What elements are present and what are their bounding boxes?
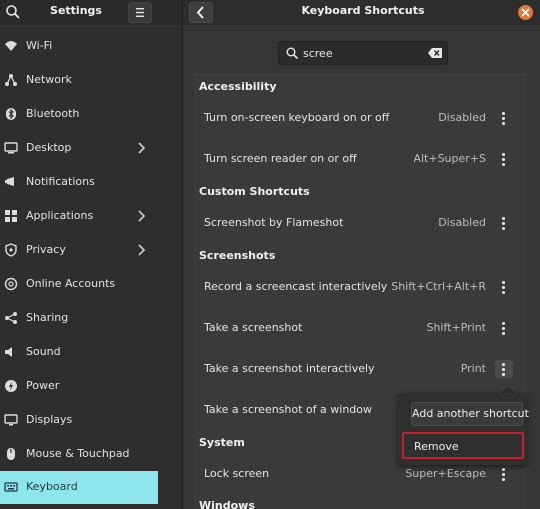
search-field[interactable] [278, 41, 448, 65]
search-icon [285, 46, 299, 60]
shortcut-name: Turn on-screen keyboard on or off [204, 111, 390, 124]
desktop-icon [4, 141, 18, 155]
shortcut-row[interactable]: Screenshot by Flameshot Disabled [193, 204, 527, 242]
sidebar-item-sound[interactable]: Sound [0, 336, 158, 369]
shortcut-row[interactable]: Take a screenshot interactively Print [193, 350, 527, 388]
add-another-shortcut-button[interactable]: Add another shortcut [411, 402, 529, 426]
sidebar-pane: Settings Wi-Fi Network Bluetooth Desktop… [0, 0, 182, 509]
shortcut-accel: Disabled [438, 216, 486, 229]
chevron-right-icon [136, 210, 146, 222]
shortcut-row[interactable]: Record a screencast interactively Shift+… [193, 268, 527, 306]
shortcut-accel: Shift+Ctrl+Alt+R [391, 280, 486, 293]
sidebar-item-label: Applications [26, 209, 94, 222]
privacy-icon [4, 243, 18, 257]
sharing-icon [4, 311, 18, 325]
sidebar-item-applications[interactable]: Applications [0, 200, 158, 233]
shortcut-row[interactable]: Turn screen reader on or off Alt+Super+S [193, 140, 527, 178]
chevron-right-icon [136, 142, 146, 154]
remove-button[interactable]: Remove [402, 432, 524, 459]
shortcut-name: Take a screenshot of a window [204, 403, 372, 416]
displays-icon [4, 413, 18, 427]
section-header-accessibility: Accessibility [199, 80, 277, 93]
menu-button[interactable] [128, 2, 152, 23]
back-button[interactable] [189, 2, 213, 23]
sidebar-item-desktop[interactable]: Desktop [0, 132, 158, 165]
more-options-icon[interactable] [495, 465, 513, 483]
shortcut-name: Lock screen [204, 467, 270, 480]
sidebar-item-power[interactable]: Power [0, 370, 158, 403]
shortcut-row[interactable]: Turn on-screen keyboard on or off Disabl… [193, 99, 527, 137]
sidebar-item-label: Mouse & Touchpad [26, 447, 130, 460]
shortcut-accel: Print [460, 362, 486, 375]
network-icon [4, 73, 18, 87]
content-pane: Keyboard Shortcuts Accessibility Turn on… [183, 0, 540, 509]
search-input[interactable] [303, 47, 413, 60]
sound-icon [4, 345, 18, 359]
more-options-icon[interactable] [495, 278, 513, 296]
shortcut-name: Take a screenshot interactively [204, 362, 375, 375]
sidebar-item-label: Online Accounts [26, 277, 116, 290]
sidebar-item-label: Keyboard [26, 480, 78, 493]
search-icon[interactable] [4, 3, 22, 21]
shortcut-name: Take a screenshot [204, 321, 303, 334]
section-header-custom-shortcuts: Custom Shortcuts [199, 185, 310, 198]
more-options-icon[interactable] [495, 214, 513, 232]
close-button[interactable] [518, 5, 533, 20]
keyboard-icon [4, 480, 18, 494]
sidebar-item-label: Bluetooth [26, 107, 80, 120]
popover-arrow [501, 386, 515, 393]
shortcut-row[interactable]: Take a screenshot Shift+Print [193, 309, 527, 347]
sidebar-header: Settings [0, 0, 182, 25]
shortcut-name: Screenshot by Flameshot [204, 216, 344, 229]
sidebar-item-label: Desktop [26, 141, 72, 154]
sidebar-item-label: Network [26, 73, 72, 86]
sidebar-item-label: Power [26, 379, 60, 392]
sidebar-item-label: Displays [26, 413, 73, 426]
more-options-icon[interactable] [495, 150, 513, 168]
sidebar-item-label: Notifications [26, 175, 95, 188]
sidebar-item-label: Privacy [26, 243, 66, 256]
sidebar-item-notifications[interactable]: Notifications [0, 166, 158, 199]
sidebar-item-mouse-touchpad[interactable]: Mouse & Touchpad [0, 438, 158, 471]
shortcut-options-popover: Add another shortcut Remove [398, 393, 529, 465]
mouse-icon [4, 447, 18, 461]
page-title: Keyboard Shortcuts [301, 4, 425, 17]
sidebar-item-sharing[interactable]: Sharing [0, 302, 158, 335]
sidebar-item-displays[interactable]: Displays [0, 404, 158, 437]
shortcut-accel: Shift+Print [426, 321, 486, 334]
shortcut-name: Turn screen reader on or off [204, 152, 357, 165]
applications-icon [4, 209, 18, 223]
remove-label: Remove [414, 440, 459, 453]
content-header: Keyboard Shortcuts [183, 0, 540, 25]
sidebar-item-label: Sharing [26, 311, 69, 324]
section-header-windows: Windows [199, 499, 255, 509]
more-options-icon[interactable] [495, 360, 513, 378]
shortcut-accel: Disabled [438, 111, 486, 124]
sidebar-item-bluetooth[interactable]: Bluetooth [0, 98, 158, 131]
sidebar-item-label: Sound [26, 345, 61, 358]
notifications-icon [4, 175, 18, 189]
section-header-system: System [199, 436, 245, 449]
chevron-right-icon [136, 244, 146, 256]
sidebar-item-keyboard[interactable]: Keyboard [0, 471, 158, 504]
sidebar-item-wifi[interactable]: Wi-Fi [0, 30, 158, 63]
more-options-icon[interactable] [495, 109, 513, 127]
shortcut-accel: Super+Escape [405, 467, 486, 480]
more-options-icon[interactable] [495, 319, 513, 337]
sidebar-item-network[interactable]: Network [0, 64, 158, 97]
bluetooth-icon [4, 107, 18, 121]
sidebar-item-online-accounts[interactable]: Online Accounts [0, 268, 158, 301]
settings-title: Settings [50, 4, 102, 17]
online-accounts-icon [4, 277, 18, 291]
shortcut-accel: Alt+Super+S [413, 152, 486, 165]
clear-search-icon[interactable] [427, 47, 443, 59]
shortcut-name: Record a screencast interactively [204, 280, 388, 293]
sidebar-item-privacy[interactable]: Privacy [0, 234, 158, 267]
sidebar-item-label: Wi-Fi [26, 39, 53, 52]
wifi-icon [4, 39, 18, 53]
section-header-screenshots: Screenshots [199, 249, 276, 262]
power-icon [4, 379, 18, 393]
